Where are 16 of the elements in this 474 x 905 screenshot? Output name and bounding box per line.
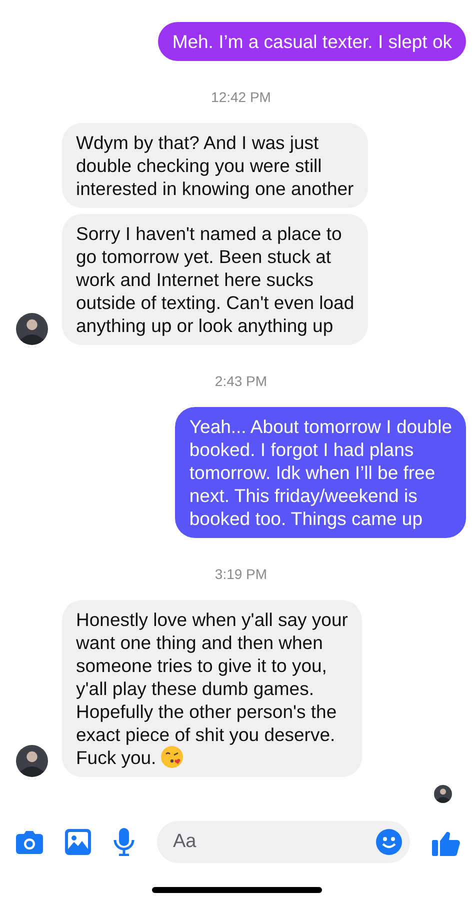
message-timestamp: 12:42 PM (211, 89, 271, 105)
message-timestamp: 3:19 PM (214, 566, 268, 582)
smiley-icon[interactable] (376, 829, 402, 855)
message-text: Meh. I’m a casual texter. I slept ok (172, 31, 452, 52)
message-text: Yeah... About tomorrow I double booked. I forgot I had plans tomorrow. Idk when I’ll be free next. This friday/weekend is booked too. Things came up (189, 416, 452, 529)
avatar-icon[interactable] (16, 313, 48, 345)
message-text: Honestly love when y'all say your want one thing and then when someone tries to give it to you, y'all play these dumb games. Hopefully the other person's the exact piece of shit you deserve. Fuck you. (76, 608, 348, 769)
camera-icon[interactable] (16, 830, 43, 854)
message-text: Sorry I haven't named a place to go tomorrow yet. Been stuck at work and Internet here sucks outside of texting. Can't even load anything up or look anything up (76, 223, 354, 336)
avatar-icon[interactable] (16, 745, 48, 777)
microphone-icon[interactable] (113, 828, 135, 856)
message-timestamp: 2:43 PM (214, 373, 268, 389)
avatar-icon[interactable] (434, 785, 452, 803)
message-field[interactable]: Aa (157, 821, 410, 863)
image-icon[interactable] (65, 829, 91, 855)
message-text: Wdym by that? And I was just double checking you were still interested in knowing one another (76, 132, 354, 199)
